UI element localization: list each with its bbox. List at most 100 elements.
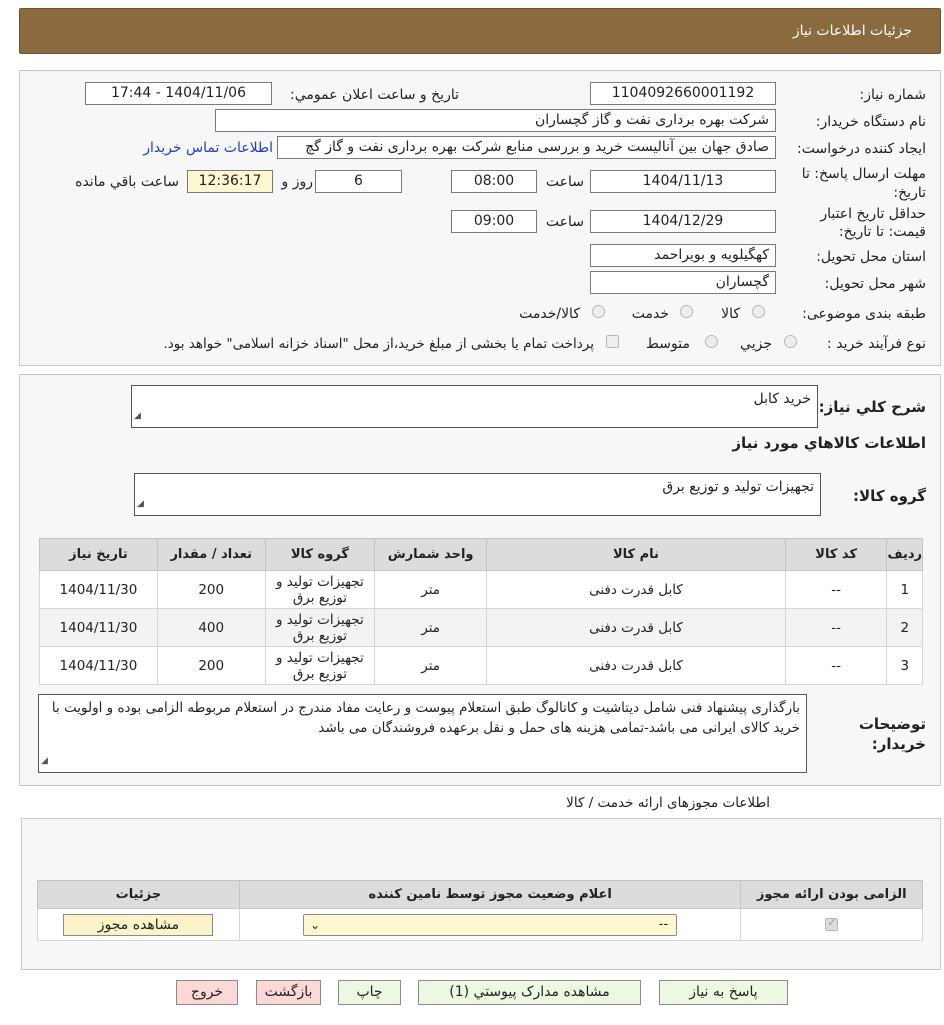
deadline-time-field: 08:00	[451, 170, 537, 193]
need-number-field: 1104092660001192	[590, 82, 776, 105]
row-unit: متر	[374, 570, 487, 609]
license-status-select[interactable]: -- ⌄	[303, 913, 678, 936]
validity-label-2: قيمت: تا تاريخ:	[838, 224, 926, 240]
treasury-checkbox[interactable]	[606, 335, 619, 348]
row-index: 3	[886, 646, 923, 685]
row-unit: متر	[374, 608, 487, 647]
row-name: کابل قدرت دفنی	[486, 646, 786, 685]
announce-label: تاریخ و ساعت اعلان عمومي:	[290, 87, 459, 103]
buyer-notes-label-2: خريدار:	[871, 735, 926, 753]
buyer-contact-link[interactable]: اطلاعات تماس خريدار	[143, 140, 273, 156]
exit-button[interactable]: خروج	[176, 980, 238, 1005]
table-row: 1 -- کابل قدرت دفنی متر تجهیزات تولید و …	[39, 570, 923, 609]
col-group: گروه کالا	[264, 538, 376, 571]
province-label: استان محل تحويل:	[816, 249, 926, 265]
process-option-minor: جزيي	[740, 336, 772, 352]
row-group: تجهیزات تولید و توزیع برق	[264, 646, 376, 685]
days-label: روز و	[281, 174, 314, 190]
deadline-time-label: ساعت	[545, 174, 584, 190]
category-label: طبقه بندی موضوعی:	[802, 306, 926, 322]
col-qty: تعداد / مقدار	[156, 538, 266, 571]
validity-time-label: ساعت	[545, 214, 584, 230]
row-code: --	[784, 646, 888, 685]
description-label: شرح كلي نياز:	[818, 398, 926, 416]
col-license-details: جزئيات	[37, 880, 240, 909]
deadline-days-field: 6	[315, 170, 402, 193]
back-button[interactable]: بازگشت	[256, 980, 321, 1005]
row-index: 1	[886, 570, 923, 609]
description-text: خرید کابل	[753, 391, 811, 407]
row-group: تجهیزات تولید و توزیع برق	[264, 570, 376, 609]
resize-grip-icon[interactable]: ◢	[134, 406, 141, 426]
row-date: 1404/11/30	[39, 570, 158, 609]
remaining-label: ساعت باقي مانده	[75, 174, 179, 190]
table-row: 3 -- کابل قدرت دفنی متر تجهیزات تولید و …	[39, 646, 923, 685]
category-option-service: خدمت	[631, 306, 669, 322]
validity-time-field: 09:00	[451, 210, 537, 233]
goods-info-title: اطلاعات كالاهاي مورد نياز	[732, 434, 926, 452]
licenses-section-title: اطلاعات مجوزهای ارائه خدمت / کالا	[566, 795, 770, 811]
row-qty: 200	[156, 570, 266, 609]
row-name: کابل قدرت دفنی	[486, 608, 786, 647]
licenses-table-header: الزامی بودن ارائه مجوز اعلام وضعیت مجوز …	[37, 880, 923, 909]
row-code: --	[784, 608, 888, 647]
city-field: گچساران	[590, 271, 776, 294]
row-qty: 400	[156, 608, 266, 647]
row-date: 1404/11/30	[39, 646, 158, 685]
goods-group-textarea[interactable]: تجهیزات تولید و توزیع برق ◢	[134, 473, 821, 516]
goods-group-text: تجهیزات تولید و توزیع برق	[662, 479, 814, 495]
treasury-note: پرداخت تمام یا بخشی از مبلغ خرید،از محل …	[163, 336, 594, 352]
category-radio-service[interactable]	[680, 305, 693, 318]
process-radio-minor[interactable]	[784, 335, 797, 348]
view-license-button[interactable]: مشاهده مجوز	[63, 913, 214, 936]
category-option-goods: کالا	[721, 306, 740, 322]
announce-field: 1404/11/06 - 17:44	[85, 82, 272, 105]
col-code: کد کالا	[784, 538, 888, 571]
process-label: نوع فرآيند خريد :	[827, 336, 926, 352]
row-unit: متر	[374, 646, 487, 685]
requester-field: صادق جهان بین آنالیست خرید و بررسی منابع…	[277, 136, 776, 159]
license-status-cell: -- ⌄	[238, 908, 742, 941]
buyer-notes-textarea[interactable]: بارگذاری پیشنهاد فنی شامل دیتاشیت و کاتا…	[38, 694, 807, 773]
license-required-cell: ✓	[740, 908, 923, 941]
buyer-notes-text: بارگذاری پیشنهاد فنی شامل دیتاشیت و کاتا…	[51, 700, 800, 736]
deadline-label: مهلت ارسال پاسخ: تا	[801, 166, 926, 182]
city-label: شهر محل تحويل:	[824, 276, 926, 292]
page-header: جزئیات اطلاعات نیاز	[19, 8, 941, 54]
page-title: جزئیات اطلاعات نیاز	[792, 23, 912, 39]
row-code: --	[784, 570, 888, 609]
requester-label: ايجاد کننده درخواست:	[797, 141, 926, 157]
license-required-checkbox[interactable]: ✓	[825, 916, 839, 931]
row-group: تجهیزات تولید و توزیع برق	[264, 608, 376, 647]
license-status-value: --	[658, 916, 669, 932]
deadline-date-field: 1404/11/13	[590, 170, 776, 193]
validity-date-field: 1404/12/29	[590, 210, 776, 233]
row-date: 1404/11/30	[39, 608, 158, 647]
col-date: تاريخ نياز	[39, 538, 158, 571]
category-radio-goods[interactable]	[752, 305, 765, 318]
col-index: رديف	[886, 538, 923, 571]
items-table-header: رديف کد کالا نام کالا واحد شمارش گروه کا…	[39, 538, 923, 571]
need-number-label: شماره نیاز:	[859, 87, 927, 103]
resize-grip-icon[interactable]: ◢	[137, 494, 144, 514]
resize-grip-icon[interactable]: ◢	[41, 751, 48, 771]
category-radio-both[interactable]	[592, 305, 605, 318]
print-button[interactable]: چاپ	[338, 980, 401, 1005]
license-details-cell: مشاهده مجوز	[37, 908, 240, 941]
deadline-label-2: تاريخ:	[893, 185, 926, 201]
province-field: کهگیلویه و بویراحمد	[590, 244, 776, 267]
check-icon: ✓	[827, 916, 837, 929]
category-option-both: کالا/خدمت	[519, 306, 580, 322]
row-qty: 200	[156, 646, 266, 685]
table-row: ✓ -- ⌄ مشاهده مجوز	[37, 908, 923, 941]
countdown-field: 12:36:17	[187, 170, 273, 193]
description-textarea[interactable]: خرید کابل ◢	[131, 385, 818, 428]
buyer-notes-label: توضيحات	[858, 715, 926, 733]
reply-button[interactable]: پاسخ به نياز	[659, 980, 788, 1005]
chevron-down-icon: ⌄	[310, 917, 321, 932]
buyer-org-field: شرکت بهره برداری نفت و گاز گچساران	[215, 109, 776, 132]
items-table: رديف کد کالا نام کالا واحد شمارش گروه کا…	[39, 538, 923, 685]
process-radio-medium[interactable]	[705, 335, 718, 348]
licenses-table: الزامی بودن ارائه مجوز اعلام وضعیت مجوز …	[37, 880, 923, 941]
attachments-button[interactable]: مشاهده مدارک پيوستي (1)	[418, 980, 641, 1005]
